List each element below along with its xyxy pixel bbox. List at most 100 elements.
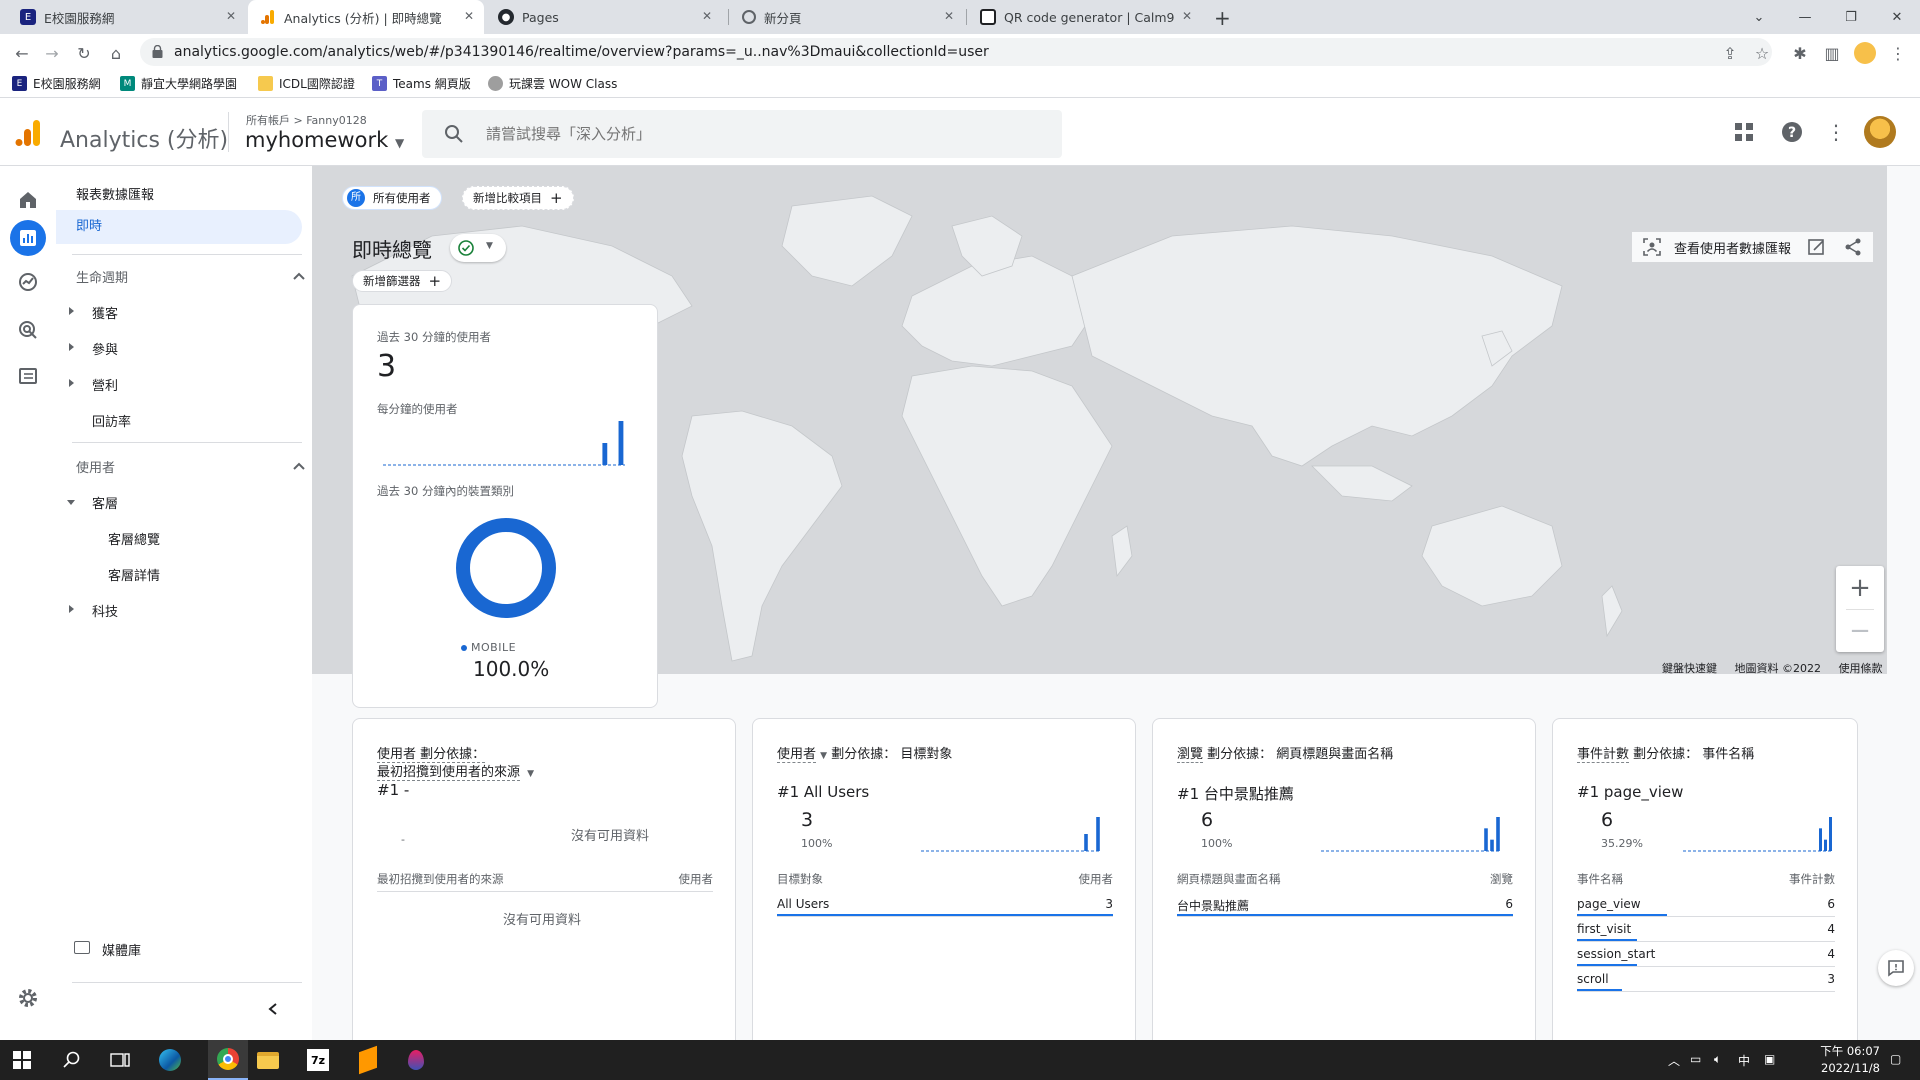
- sparkline-bar[interactable]: [1484, 828, 1488, 851]
- browser-tab[interactable]: 新分頁 ✕: [730, 0, 964, 34]
- close-tab-icon[interactable]: ✕: [1182, 9, 1192, 23]
- nav-demographics[interactable]: 客層: [92, 493, 118, 512]
- sevenzip-icon[interactable]: 7z: [306, 1048, 330, 1072]
- forward-icon[interactable]: →: [42, 43, 62, 63]
- keyboard-shortcuts-link[interactable]: 鍵盤快速鍵: [1662, 662, 1717, 675]
- browser-tab[interactable]: E E校園服務網 ✕: [8, 0, 246, 34]
- expand-arrow-icon[interactable]: [69, 605, 74, 613]
- browser-tab-active[interactable]: Analytics (分析) | 即時總覽 ✕: [248, 0, 484, 34]
- table-row[interactable]: scroll 3: [1577, 972, 1835, 992]
- task-view-icon[interactable]: [108, 1048, 132, 1072]
- sparkline-bar[interactable]: [618, 421, 624, 465]
- rank-sparkline[interactable]: [921, 813, 1101, 853]
- nav-retention[interactable]: 回訪率: [92, 411, 131, 430]
- reports-icon[interactable]: [10, 220, 46, 256]
- volume-icon[interactable]: 🔈︎: [1714, 1052, 1721, 1067]
- close-window-icon[interactable]: ✕: [1874, 0, 1920, 34]
- tab-search-icon[interactable]: ⌄: [1736, 0, 1782, 34]
- file-explorer-icon[interactable]: [256, 1048, 280, 1072]
- browser-tab[interactable]: ● Pages ✕: [486, 0, 722, 34]
- search-input[interactable]: [486, 110, 1046, 158]
- collapse-arrow-icon[interactable]: [67, 500, 75, 505]
- share-page-icon[interactable]: ⇪: [1720, 43, 1740, 63]
- add-filter-button[interactable]: 新增篩選器 +: [352, 270, 453, 292]
- table-row[interactable]: first_visit 4: [1577, 922, 1835, 942]
- apps-grid-icon[interactable]: [1732, 120, 1756, 144]
- sparkline-bar[interactable]: [1084, 834, 1088, 851]
- nav-tech[interactable]: 科技: [92, 601, 118, 620]
- account-avatar[interactable]: [1864, 116, 1896, 148]
- browser-tab[interactable]: QR code generator | Calm9 ✕: [968, 0, 1202, 34]
- tray-chevron-icon[interactable]: ︿: [1668, 1052, 1680, 1069]
- table-row[interactable]: All Users 3: [777, 897, 1113, 917]
- per-minute-sparkline[interactable]: [383, 417, 625, 467]
- more-vert-icon[interactable]: ⋮: [1824, 120, 1848, 144]
- system-clock[interactable]: 下午 06:07 2022/11/8: [1800, 1043, 1880, 1077]
- sublime-text-icon[interactable]: [356, 1045, 380, 1075]
- help-icon[interactable]: ?: [1780, 120, 1804, 144]
- feedback-button[interactable]: [1878, 950, 1914, 986]
- chrome-menu-icon[interactable]: ⋮: [1888, 43, 1908, 63]
- url-bar[interactable]: analytics.google.com/analytics/web/#/p34…: [140, 38, 1772, 66]
- network-icon[interactable]: ▭: [1690, 1052, 1701, 1066]
- bookmark-item[interactable]: 玩課雲 WOW Class: [488, 75, 617, 92]
- analytics-logo-icon[interactable]: [14, 120, 42, 146]
- close-tab-icon[interactable]: ✕: [702, 9, 712, 23]
- terms-link[interactable]: 使用條款: [1839, 662, 1883, 675]
- close-tab-icon[interactable]: ✕: [944, 9, 954, 23]
- configure-list-icon[interactable]: [14, 362, 42, 390]
- windows-start-icon[interactable]: [10, 1048, 34, 1072]
- nav-acquisition[interactable]: 獲客: [92, 303, 118, 322]
- nav-monetization[interactable]: 營利: [92, 375, 118, 394]
- sparkline-bar[interactable]: [1829, 817, 1832, 851]
- nav-realtime[interactable]: 即時: [56, 210, 302, 244]
- view-user-snapshot-link[interactable]: 查看使用者數據匯報: [1674, 238, 1791, 257]
- card-metric[interactable]: 事件計數: [1577, 747, 1630, 763]
- bookmark-star-icon[interactable]: ☆: [1752, 43, 1772, 63]
- ime-mode-icon[interactable]: ▣: [1764, 1052, 1775, 1066]
- bookmark-item[interactable]: M 靜宜大學網路學園: [120, 75, 237, 92]
- zoom-in-icon[interactable]: +: [1836, 566, 1884, 609]
- nav-demographics-details[interactable]: 客層詳情: [108, 565, 160, 584]
- data-status-dropdown[interactable]: ▼: [450, 234, 506, 262]
- home-icon[interactable]: ⌂: [106, 43, 126, 63]
- sparkline-bar[interactable]: [1824, 839, 1827, 851]
- minimize-icon[interactable]: —: [1782, 0, 1828, 34]
- explore-icon[interactable]: [14, 268, 42, 296]
- sparkline-bar[interactable]: [1496, 817, 1500, 851]
- bookmark-item[interactable]: T Teams 網頁版: [372, 75, 471, 92]
- expand-arrow-icon[interactable]: [69, 379, 74, 387]
- share-icon[interactable]: [1843, 237, 1863, 257]
- profile-avatar[interactable]: [1854, 42, 1876, 64]
- zoom-out-icon[interactable]: −: [1836, 609, 1884, 652]
- card-metric[interactable]: 瀏覽: [1177, 747, 1204, 763]
- admin-gear-icon[interactable]: [14, 984, 42, 1012]
- rank-sparkline[interactable]: [1683, 813, 1833, 853]
- sparkline-bar[interactable]: [1096, 817, 1100, 851]
- donut-slice-mobile[interactable]: [456, 518, 556, 618]
- chrome-taskbar-icon[interactable]: [208, 1040, 248, 1080]
- edge-icon[interactable]: [158, 1048, 182, 1072]
- new-tab-icon[interactable]: +: [1214, 6, 1231, 30]
- restore-icon[interactable]: ❐: [1828, 0, 1874, 34]
- home-icon[interactable]: [14, 186, 42, 214]
- bookmark-item[interactable]: E E校園服務網: [12, 75, 101, 92]
- back-icon[interactable]: ←: [12, 43, 32, 63]
- extensions-icon[interactable]: ✱: [1790, 43, 1810, 63]
- close-tab-icon[interactable]: ✕: [226, 9, 236, 23]
- close-tab-icon[interactable]: ✕: [464, 9, 474, 23]
- ime-indicator[interactable]: 中: [1738, 1052, 1750, 1069]
- nav-section-lifecycle[interactable]: 生命週期: [76, 267, 306, 286]
- comparison-chip-all-users[interactable]: 所 所有使用者: [342, 186, 442, 210]
- card-metric[interactable]: 使用者: [777, 747, 817, 763]
- expand-arrow-icon[interactable]: [69, 307, 74, 315]
- notifications-icon[interactable]: ▢: [1890, 1052, 1901, 1066]
- bookmark-item[interactable]: ICDL國際認證: [258, 75, 355, 92]
- caret-down-icon[interactable]: ▼: [820, 751, 827, 761]
- add-comparison-button[interactable]: 新增比較項目 +: [462, 186, 574, 210]
- table-row[interactable]: session_start 4: [1577, 947, 1835, 967]
- sparkline-bar[interactable]: [602, 443, 608, 465]
- nav-reports-snapshot[interactable]: 報表數據匯報: [76, 184, 154, 203]
- table-row[interactable]: 台中景點推薦 6: [1177, 897, 1513, 917]
- nav-library[interactable]: 媒體庫: [102, 940, 141, 959]
